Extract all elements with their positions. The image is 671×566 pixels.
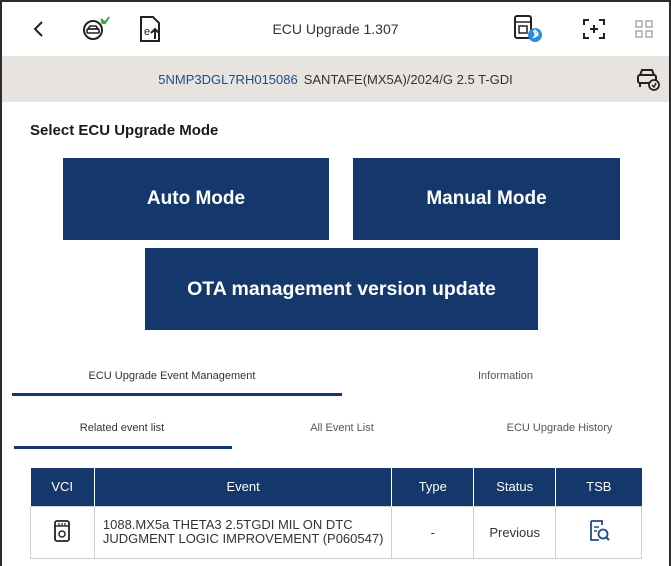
back-button[interactable] <box>24 2 54 56</box>
primary-tabs: ECU Upgrade Event Management Information <box>2 356 669 396</box>
tsb-cell <box>555 505 642 559</box>
vehicle-vin: 5NMP3DGL7RH015086 <box>158 71 298 87</box>
manual-mode-button[interactable]: Manual Mode <box>353 158 620 240</box>
primary-tab-indicator <box>12 393 342 396</box>
grid-icon <box>635 20 653 38</box>
secondary-tab-indicator <box>14 446 232 449</box>
ota-update-button[interactable]: OTA management version update <box>145 248 538 330</box>
vehicle-description: SANTAFE(MX5A)/2024/G 2.5 T-GDI <box>303 71 513 87</box>
document-search-icon[interactable] <box>587 519 611 543</box>
vehicle-info: 5NMP3DGL7RH015086 SANTAFE(MX5A)/2024/G 2… <box>2 56 669 102</box>
tab-all-event-list[interactable]: All Event List <box>242 408 442 448</box>
type-cell: - <box>391 505 475 559</box>
header-event: Event <box>94 468 393 506</box>
svg-text:e: e <box>144 26 150 38</box>
top-bar: e ECU Upgrade 1.307 <box>2 2 669 56</box>
export-file-button[interactable]: e <box>130 2 170 56</box>
header-type: Type <box>391 468 475 506</box>
screen-capture-button[interactable] <box>576 2 612 56</box>
tab-information[interactable]: Information <box>342 356 669 396</box>
vci-bluetooth-icon <box>514 15 542 42</box>
vehicle-diagnostic-button[interactable] <box>74 2 116 56</box>
tab-ecu-upgrade-event-management[interactable]: ECU Upgrade Event Management <box>2 356 342 396</box>
vci-device-icon <box>53 519 71 542</box>
secondary-tabs: Related event list All Event List ECU Up… <box>2 408 669 448</box>
tab-related-event-list[interactable]: Related event list <box>22 408 222 448</box>
table-header-row: VCI Event Type Status TSB <box>30 468 642 506</box>
event-cell: 1088.MX5a THETA3 2.5TGDI MIL ON DTC JUDG… <box>93 505 393 559</box>
chevron-left-icon <box>33 21 43 37</box>
auto-mode-button[interactable]: Auto Mode <box>63 158 329 240</box>
table-row[interactable]: 1088.MX5a THETA3 2.5TGDI MIL ON DTC JUDG… <box>30 505 642 559</box>
header-tsb: TSB <box>555 468 642 506</box>
vehicle-settings-button[interactable] <box>635 66 661 97</box>
section-title: Select ECU Upgrade Mode <box>30 122 219 139</box>
event-table: VCI Event Type Status TSB 1088.MX5a THET… <box>30 468 642 559</box>
vehicle-info-bar: 5NMP3DGL7RH015086 SANTAFE(MX5A)/2024/G 2… <box>2 56 669 102</box>
menu-grid-button[interactable] <box>626 2 662 56</box>
header-status: Status <box>473 468 557 506</box>
header-vci: VCI <box>30 468 95 506</box>
file-upload-icon: e <box>140 16 160 42</box>
vci-connection-button[interactable] <box>506 2 550 56</box>
vehicle-settings-icon <box>637 69 660 91</box>
tab-ecu-upgrade-history[interactable]: ECU Upgrade History <box>452 408 667 448</box>
vci-cell <box>30 505 95 559</box>
screen-capture-icon <box>583 19 605 39</box>
status-cell: Previous <box>473 505 557 559</box>
vehicle-diagnostic-icon <box>83 16 110 40</box>
